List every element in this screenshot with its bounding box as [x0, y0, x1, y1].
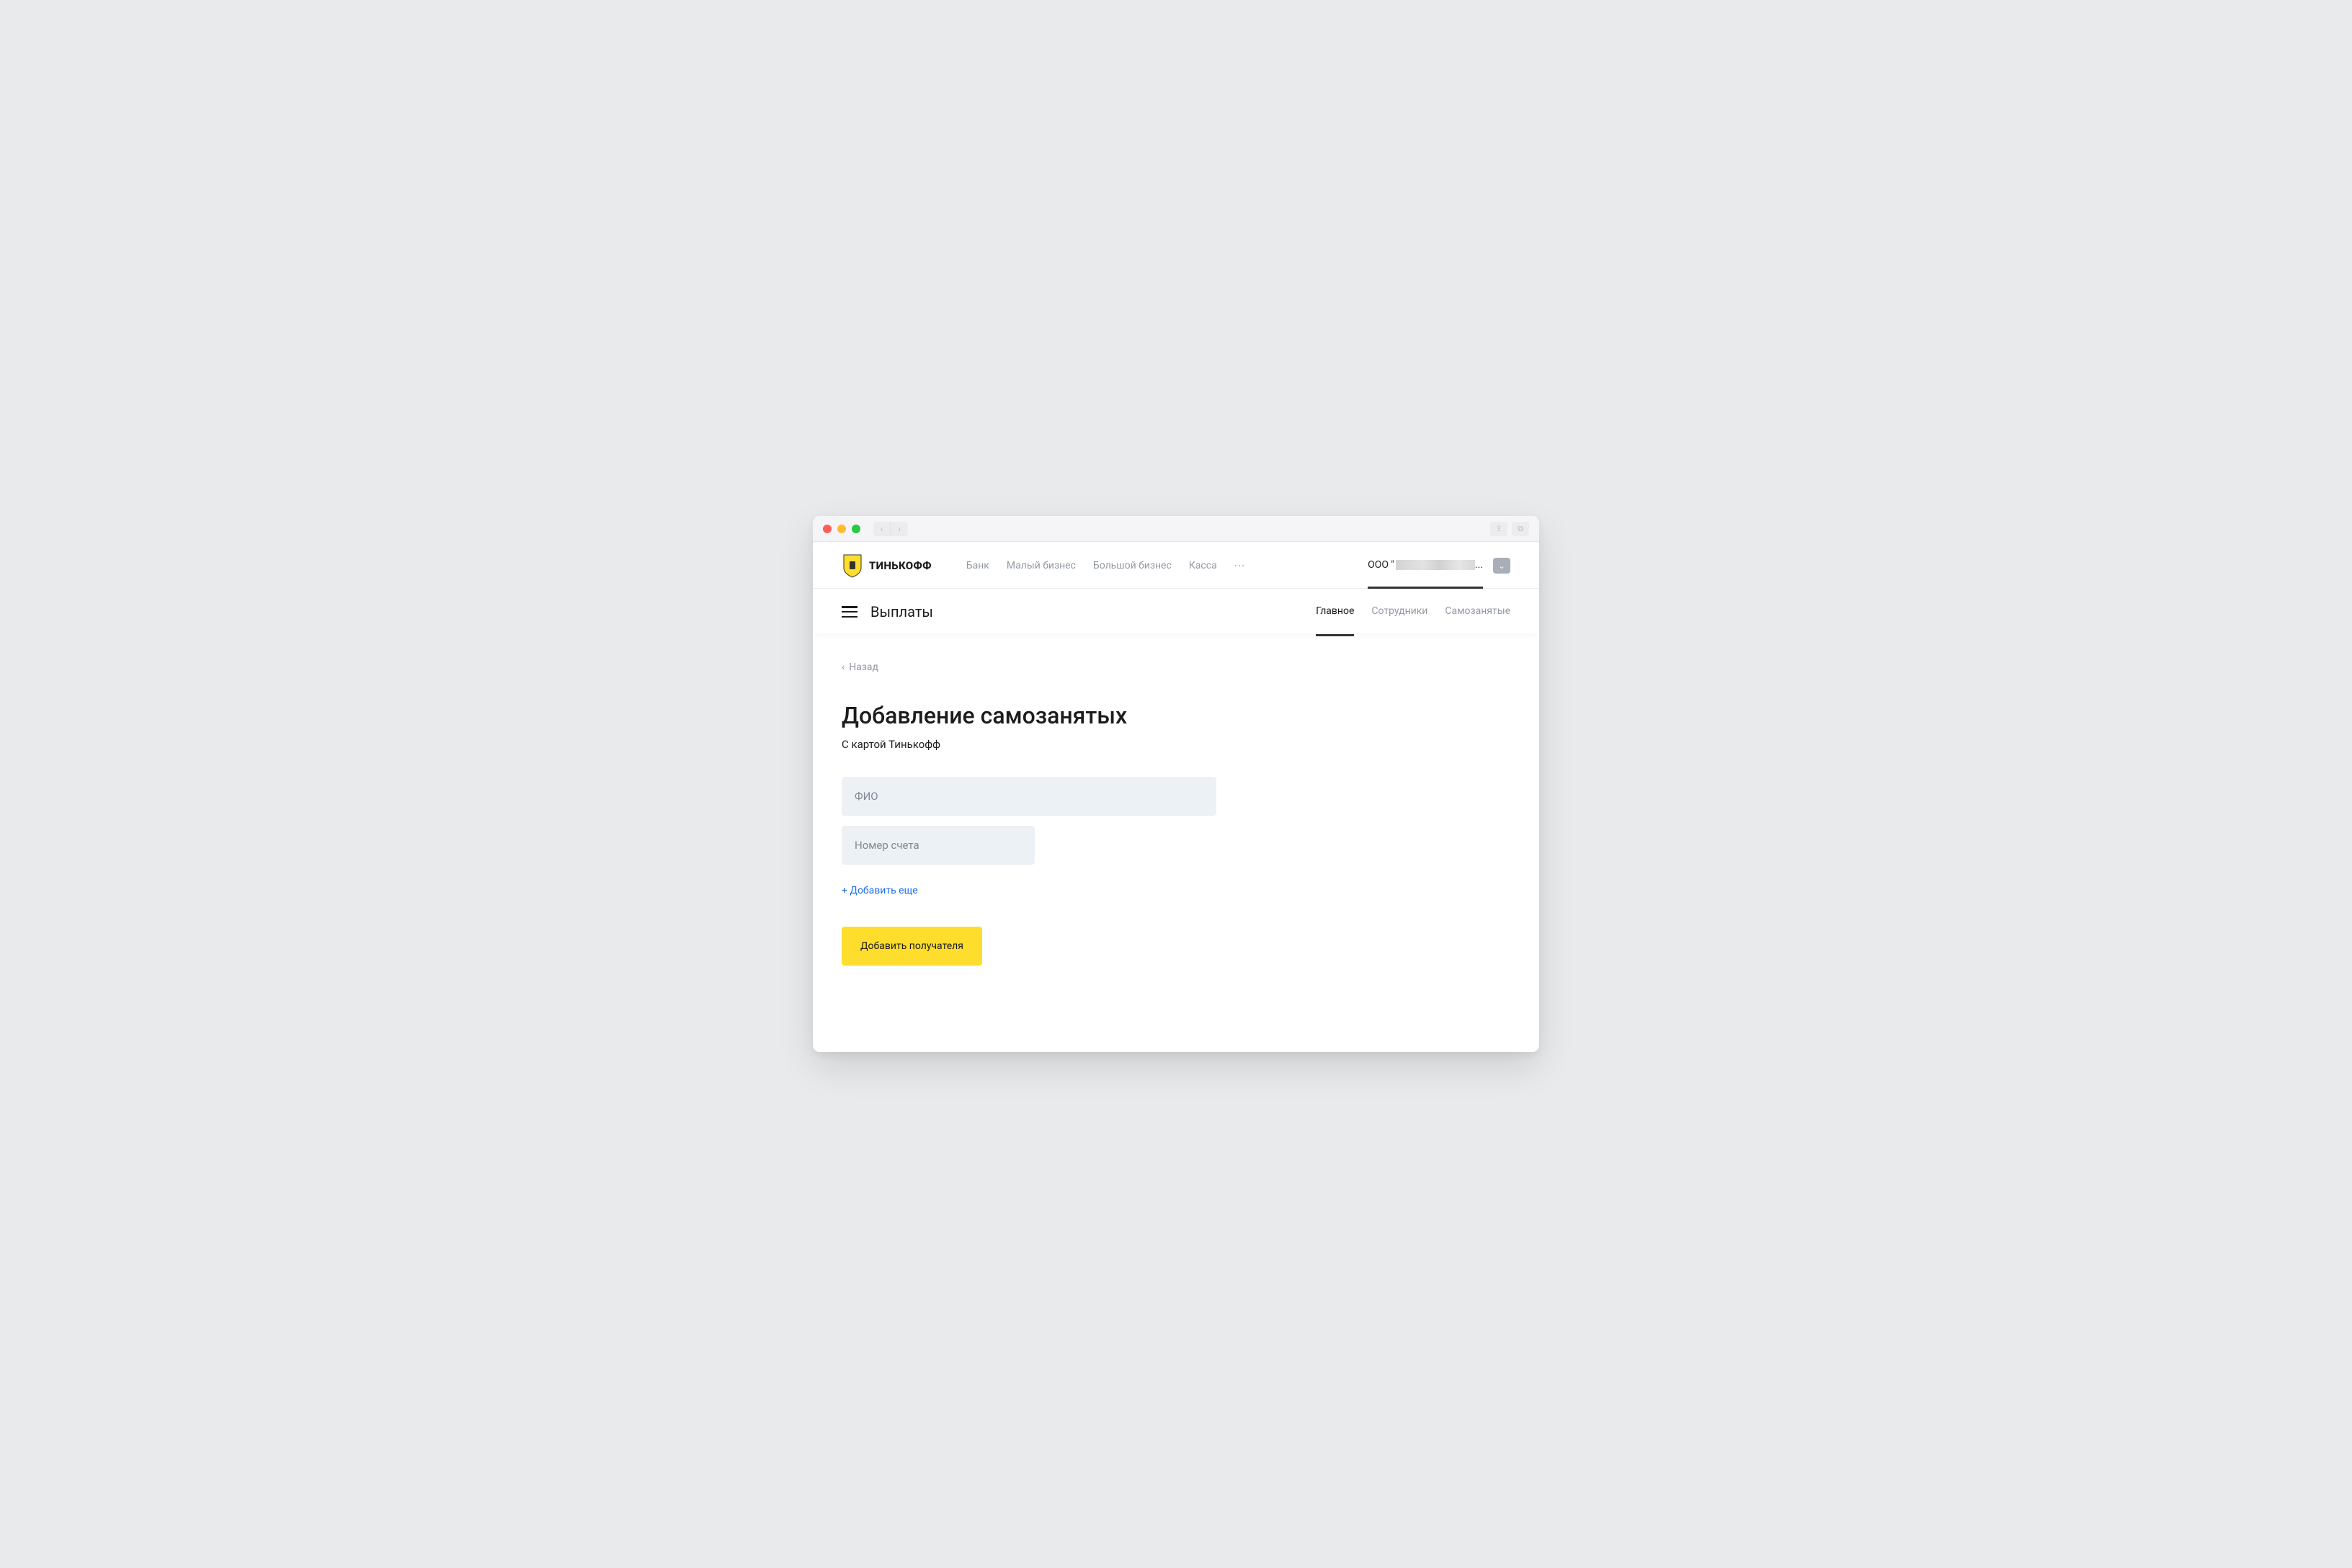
nav-bank[interactable]: Банк — [966, 560, 989, 571]
page-content: ТИНЬКОФФ Банк Малый бизнес Большой бизне… — [813, 542, 1539, 1052]
chevron-left-icon: ‹ — [842, 662, 845, 673]
back-link[interactable]: ‹ Назад — [842, 662, 878, 673]
fio-row — [842, 777, 1510, 816]
section-title: Выплаты — [870, 603, 933, 620]
window-titlebar: ‹ › ⇪ ⧉ — [813, 516, 1539, 542]
titlebar-right-controls: ⇪ ⧉ — [1490, 522, 1529, 536]
site-header: ТИНЬКОФФ Банк Малый бизнес Большой бизне… — [813, 542, 1539, 589]
tab-main[interactable]: Главное — [1316, 605, 1354, 618]
main-area: ‹ Назад Добавление самозанятых С картой … — [813, 633, 1539, 1052]
tab-self-employed[interactable]: Самозанятые — [1445, 605, 1510, 618]
share-icon[interactable]: ⇪ — [1490, 522, 1507, 536]
forward-browser-button[interactable]: › — [891, 522, 908, 536]
add-more-link[interactable]: + Добавить еще — [842, 885, 918, 896]
add-recipient-button[interactable]: Добавить получателя — [842, 927, 982, 966]
page-subtitle: С картой Тинькофф — [842, 738, 1510, 751]
nav-big-business[interactable]: Большой бизнес — [1093, 560, 1172, 571]
maximize-window-button[interactable] — [852, 525, 860, 533]
account-number-input[interactable] — [842, 826, 1035, 865]
back-browser-button[interactable]: ‹ — [873, 522, 891, 536]
browser-window: ‹ › ⇪ ⧉ ТИНЬКОФФ Банк Малый би — [813, 516, 1539, 1052]
browser-nav-arrows: ‹ › — [873, 522, 908, 536]
company-name-redacted — [1396, 560, 1475, 570]
company-label: ООО "... — [1368, 559, 1483, 572]
logo-text: ТИНЬКОФФ — [869, 559, 932, 572]
company-selector[interactable]: ООО "... ⌄ — [1368, 558, 1510, 574]
tab-employees[interactable]: Сотрудники — [1371, 605, 1427, 618]
tabs-icon[interactable]: ⧉ — [1512, 522, 1529, 536]
account-row — [842, 826, 1510, 865]
hamburger-menu-icon[interactable] — [842, 606, 858, 618]
sub-header: Выплаты Главное Сотрудники Самозанятые — [813, 589, 1539, 633]
minimize-window-button[interactable] — [837, 525, 846, 533]
company-prefix: ООО " — [1368, 559, 1394, 571]
top-nav: Банк Малый бизнес Большой бизнес Касса ·… — [966, 559, 1245, 573]
logo[interactable]: ТИНЬКОФФ — [842, 553, 932, 578]
nav-kassa[interactable]: Касса — [1189, 560, 1217, 571]
traffic-lights — [823, 525, 860, 533]
close-window-button[interactable] — [823, 525, 832, 533]
chevron-down-icon: ⌄ — [1498, 561, 1505, 571]
company-dropdown-button[interactable]: ⌄ — [1493, 558, 1510, 574]
nav-more-icon[interactable]: ··· — [1234, 559, 1246, 573]
company-suffix: ... — [1475, 559, 1483, 571]
fio-input[interactable] — [842, 777, 1216, 816]
logo-shield-icon — [842, 553, 863, 578]
nav-small-business[interactable]: Малый бизнес — [1007, 560, 1076, 571]
sub-nav: Главное Сотрудники Самозанятые — [1316, 605, 1510, 618]
page-title: Добавление самозанятых — [842, 702, 1510, 729]
back-label: Назад — [849, 662, 878, 673]
